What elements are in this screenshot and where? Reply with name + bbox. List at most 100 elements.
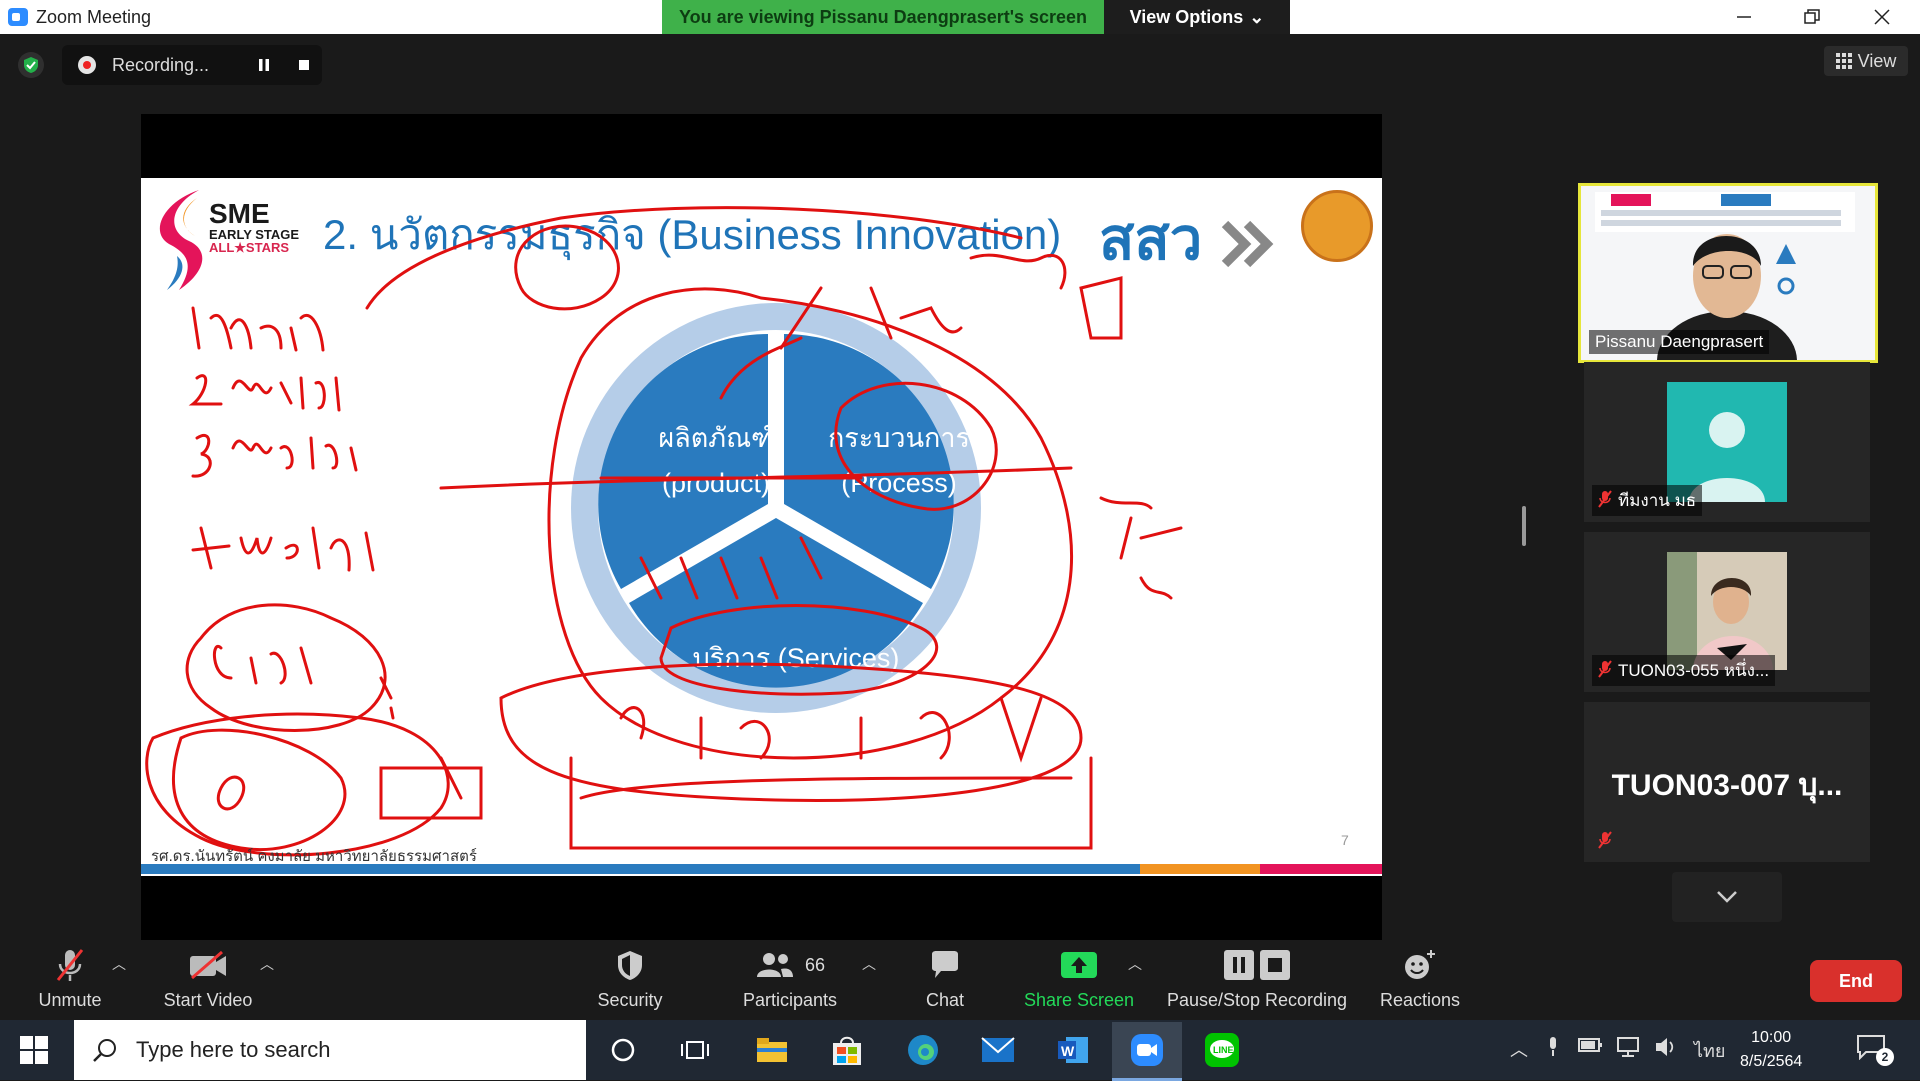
- view-layout-button[interactable]: View: [1824, 46, 1908, 76]
- scroll-down-participants-button[interactable]: [1672, 872, 1782, 922]
- pause-icon: [1224, 950, 1254, 980]
- video-off-icon: [188, 948, 228, 982]
- battery-icon[interactable]: [1578, 1036, 1604, 1059]
- participant-tile-2[interactable]: TUON03-055 หนึ่ง...: [1584, 532, 1870, 692]
- security-label: Security: [597, 990, 663, 1010]
- pause-stop-recording-button[interactable]: Pause/Stop Recording: [1162, 948, 1352, 1011]
- unmute-label: Unmute: [38, 990, 102, 1010]
- pause-icon: [259, 59, 269, 71]
- clock-time: 10:00: [1751, 1029, 1792, 1046]
- participant-name-2: TUON03-055 หนึ่ง...: [1618, 661, 1770, 680]
- chevron-down-icon: ⌄: [1249, 6, 1265, 27]
- participant-photo: [1667, 552, 1787, 670]
- grid-icon: [1835, 53, 1852, 69]
- reactions-label: Reactions: [1379, 990, 1461, 1010]
- notification-count-badge: 2: [1876, 1048, 1894, 1066]
- chevron-down-icon: [1717, 891, 1737, 903]
- share-screen-button[interactable]: Share Screen: [1020, 948, 1138, 1011]
- participant-name-label-2: TUON03-055 หนึ่ง...: [1592, 655, 1776, 686]
- windows-start-icon[interactable]: [20, 1036, 48, 1064]
- notifications-button[interactable]: 2: [1856, 1034, 1896, 1068]
- presentation-slide: SME EARLY STAGE ALL★STARS 2. นวัตกรรมธุร…: [141, 178, 1382, 876]
- participant-tile-active-speaker[interactable]: Pissanu Daengprasert: [1578, 183, 1878, 363]
- encryption-shield-icon[interactable]: [18, 52, 44, 78]
- start-video-label: Start Video: [163, 990, 253, 1010]
- share-screen-label: Share Screen: [1023, 990, 1135, 1010]
- task-view-icon[interactable]: [675, 1030, 715, 1070]
- word-icon[interactable]: W: [1053, 1030, 1093, 1070]
- audio-options-caret[interactable]: ︿: [112, 954, 126, 974]
- show-hidden-icons-caret[interactable]: ︿: [1510, 1036, 1528, 1062]
- clock-date: 8/5/2564: [1740, 1053, 1803, 1070]
- slide-page-number: 7: [1341, 832, 1349, 848]
- language-indicator[interactable]: ไทย: [1694, 1036, 1725, 1065]
- svg-text:LINE: LINE: [1213, 1045, 1234, 1055]
- share-options-caret[interactable]: ︿: [1128, 954, 1142, 974]
- participants-count: 66: [804, 954, 826, 975]
- unmute-button[interactable]: Unmute: [30, 948, 110, 1011]
- share-screen-icon: [1059, 948, 1099, 982]
- stop-recording-button[interactable]: [292, 53, 316, 77]
- cortana-icon[interactable]: [603, 1030, 643, 1070]
- pause-stop-recording-label: Pause/Stop Recording: [1166, 990, 1348, 1010]
- restore-button[interactable]: [1782, 0, 1842, 34]
- participant-name-label-1: ทีมงาน มธ: [1592, 485, 1703, 516]
- video-options-caret[interactable]: ︿: [260, 954, 274, 974]
- slide-stripe-orange: [1140, 864, 1260, 874]
- recording-indicator: Recording...: [62, 45, 322, 85]
- line-app-icon[interactable]: LINE: [1202, 1030, 1242, 1070]
- person-silhouette-icon: [1689, 412, 1765, 502]
- smiley-plus-icon: [1403, 948, 1437, 982]
- recording-label: Recording...: [112, 54, 210, 75]
- start-video-button[interactable]: Start Video: [158, 948, 258, 1011]
- view-options-label: View Options: [1129, 6, 1244, 27]
- view-label: View: [1857, 50, 1897, 71]
- window-title: Zoom Meeting: [36, 6, 152, 27]
- participants-options-caret[interactable]: ︿: [862, 954, 876, 974]
- chat-bubble-icon: [929, 948, 961, 982]
- muted-mic-icon: [1598, 490, 1612, 511]
- participants-icon-group: 66: [755, 948, 825, 982]
- slide-stripe-blue: [141, 864, 1140, 874]
- taskbar-clock[interactable]: 10:00 8/5/2564: [1740, 1026, 1802, 1074]
- shield-icon: [616, 948, 644, 982]
- minimize-button[interactable]: [1714, 0, 1774, 34]
- close-button[interactable]: [1852, 0, 1912, 34]
- svg-text:W: W: [1061, 1043, 1075, 1059]
- security-button[interactable]: Security: [590, 948, 670, 1011]
- microsoft-store-icon[interactable]: [827, 1030, 867, 1070]
- meeting-toolbar: Unmute ︿ Start Video ︿ Security 66 Parti…: [0, 940, 1920, 1020]
- participants-label: Participants: [742, 990, 838, 1010]
- edge-browser-icon[interactable]: [903, 1030, 943, 1070]
- participant-tile-1[interactable]: ทีมงาน มธ: [1584, 362, 1870, 522]
- pause-stop-icon-group: [1224, 948, 1290, 982]
- muted-mic-icon: [55, 948, 85, 982]
- muted-mic-icon: [1598, 660, 1612, 681]
- zoom-taskbar-icon[interactable]: [1112, 1022, 1182, 1081]
- view-options-button[interactable]: View Options ⌄: [1104, 0, 1290, 34]
- chat-button[interactable]: Chat: [905, 948, 985, 1011]
- microphone-tray-icon[interactable]: [1546, 1036, 1560, 1063]
- network-icon[interactable]: [1616, 1036, 1642, 1063]
- volume-icon[interactable]: [1654, 1036, 1678, 1063]
- stop-icon: [299, 60, 309, 70]
- end-meeting-button[interactable]: End: [1810, 960, 1902, 1002]
- participant-tile-3[interactable]: TUON03-007 บุ...: [1584, 702, 1870, 862]
- mail-icon[interactable]: [978, 1030, 1018, 1070]
- pause-recording-button[interactable]: [252, 53, 276, 77]
- participant-name-1: ทีมงาน มธ: [1618, 491, 1697, 510]
- close-icon: [1874, 9, 1890, 25]
- search-placeholder: Type here to search: [136, 1037, 331, 1062]
- muted-mic-icon: [1598, 831, 1612, 852]
- people-icon: [756, 953, 793, 977]
- taskbar-search-box[interactable]: Type here to search: [74, 1020, 586, 1080]
- recording-dot-icon: [78, 56, 96, 74]
- reactions-button[interactable]: Reactions: [1378, 948, 1462, 1011]
- participants-button[interactable]: 66 Participants: [735, 948, 845, 1011]
- restore-icon: [1804, 9, 1820, 24]
- panel-resize-handle[interactable]: [1522, 506, 1526, 546]
- stop-icon: [1260, 950, 1290, 980]
- file-explorer-icon[interactable]: [752, 1030, 792, 1070]
- minimize-icon: [1737, 16, 1751, 18]
- zoom-app-icon: [8, 8, 28, 26]
